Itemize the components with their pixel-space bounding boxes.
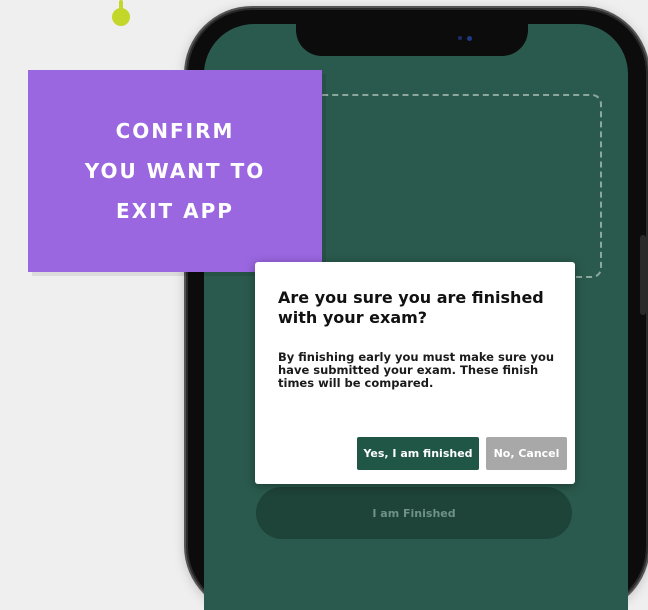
dialog-title: Are you sure you are finished with your …: [278, 288, 544, 327]
callout-line-2: YOU WANT TO: [84, 159, 266, 183]
phone-side-button: [640, 235, 646, 315]
callout-line-1: CONFIRM: [115, 119, 235, 143]
confirm-finish-button[interactable]: Yes, I am finished: [357, 437, 479, 470]
connector-dot: [112, 8, 130, 26]
phone-notch: [296, 24, 528, 56]
callout-line-3: EXIT APP: [116, 199, 234, 223]
camera-icon: [467, 36, 472, 41]
sensor-icon: [458, 36, 462, 40]
cancel-button[interactable]: No, Cancel: [486, 437, 567, 470]
callout-label: CONFIRM YOU WANT TO EXIT APP: [28, 70, 322, 272]
i-am-finished-button[interactable]: I am Finished: [256, 487, 572, 539]
dialog-message: By finishing early you must make sure yo…: [278, 350, 555, 390]
confirm-dialog: Are you sure you are finished with your …: [255, 262, 575, 484]
